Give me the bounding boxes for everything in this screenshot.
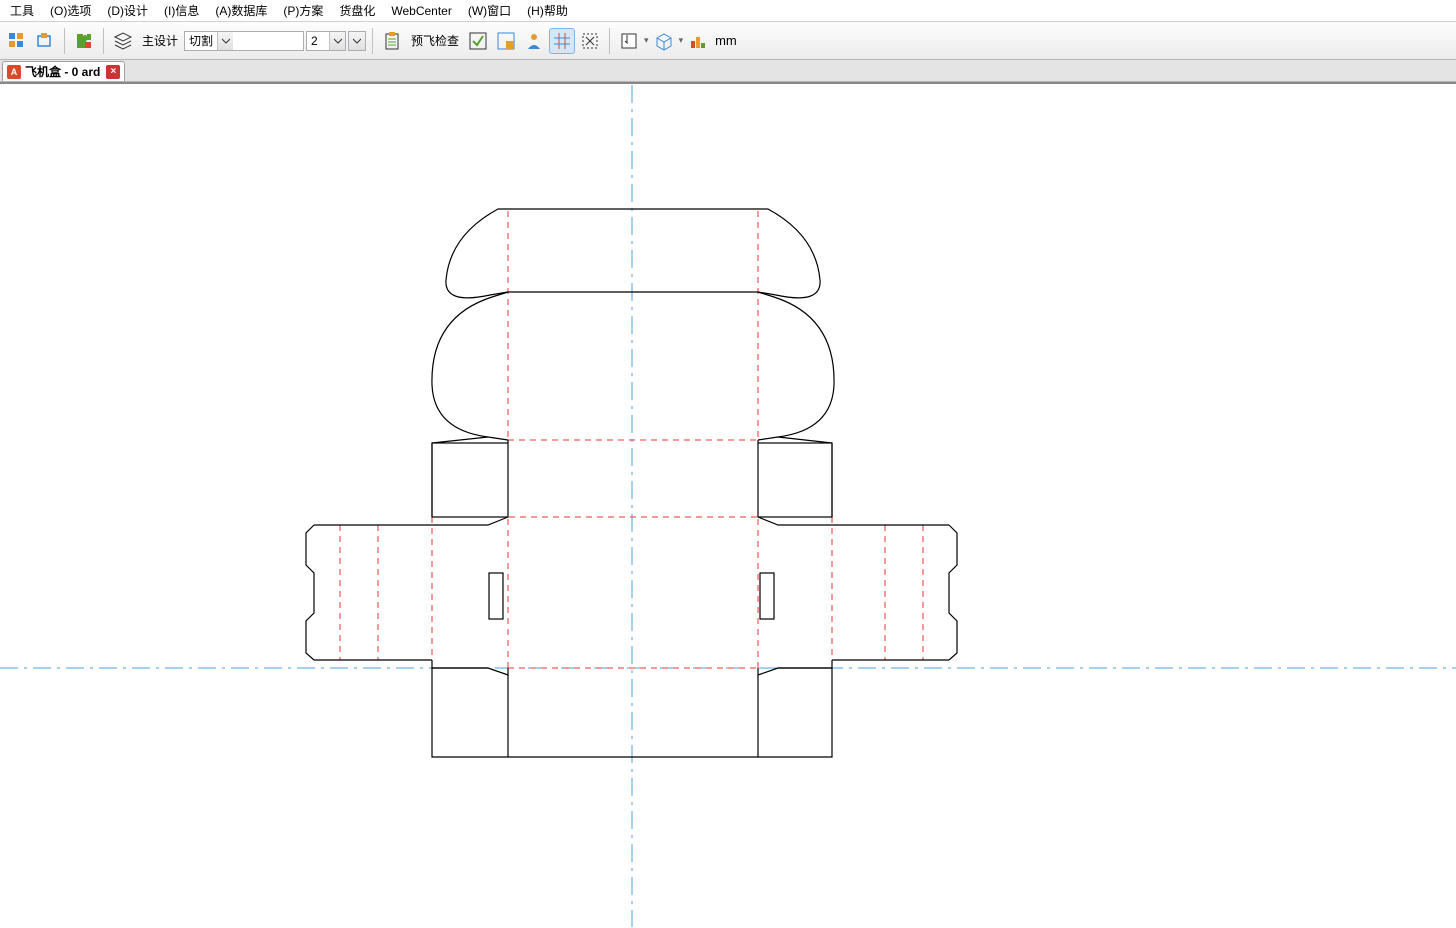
preflight-label: 预飞检查 — [407, 32, 463, 49]
toolbar-separator — [64, 28, 65, 54]
tool-puzzle-icon[interactable] — [71, 28, 97, 54]
document-tab[interactable]: A 飞机盒 - 0 ard × — [2, 61, 125, 81]
number-input[interactable]: 2 — [306, 31, 346, 51]
toolbar: 主设计 切割 2 预飞检查 ▾ ▾ mm — [0, 22, 1456, 60]
close-tab-button[interactable]: × — [106, 65, 120, 79]
person-icon[interactable] — [521, 28, 547, 54]
design-canvas[interactable] — [0, 82, 1456, 928]
document-icon: A — [7, 65, 21, 79]
menu-options[interactable]: (O)选项 — [42, 0, 99, 21]
chevron-down-icon — [349, 32, 365, 50]
number-value: 2 — [311, 34, 318, 48]
dropdown-indicator: ▾ — [679, 35, 684, 46]
clipboard-icon[interactable] — [379, 28, 405, 54]
tab-title: 飞机盒 - 0 ard — [25, 63, 100, 80]
check-icon-2[interactable] — [493, 28, 519, 54]
chevron-down-icon — [217, 32, 233, 50]
note-icon[interactable] — [616, 28, 642, 54]
main-design-label: 主设计 — [138, 32, 182, 49]
check-icon-1[interactable] — [465, 28, 491, 54]
menu-info[interactable]: (I)信息 — [156, 0, 207, 21]
tool-icon-2[interactable] — [32, 28, 58, 54]
menu-design[interactable]: (D)设计 — [99, 0, 156, 21]
menu-help[interactable]: (H)帮助 — [519, 0, 576, 21]
layer-select[interactable]: 切割 — [184, 31, 304, 51]
chevron-down-icon — [329, 32, 345, 50]
menu-tools[interactable]: 工具 — [2, 0, 42, 21]
tool-layers-icon[interactable] — [110, 28, 136, 54]
menu-bar: 工具 (O)选项 (D)设计 (I)信息 (A)数据库 (P)方案 货盘化 We… — [0, 0, 1456, 22]
menu-palletize[interactable]: 货盘化 — [331, 0, 383, 21]
tool-icon-1[interactable] — [4, 28, 30, 54]
unit-label: mm — [713, 33, 739, 48]
empty-select[interactable] — [348, 31, 366, 51]
menu-database[interactable]: (A)数据库 — [207, 0, 275, 21]
menu-plan[interactable]: (P)方案 — [275, 0, 331, 21]
menu-webcenter[interactable]: WebCenter — [383, 2, 459, 20]
box-icon[interactable] — [651, 28, 677, 54]
toolbar-separator — [103, 28, 104, 54]
layer-select-value: 切割 — [185, 32, 217, 49]
toolbar-separator — [609, 28, 610, 54]
bounds-icon[interactable] — [577, 28, 603, 54]
menu-window[interactable]: (W)窗口 — [460, 0, 519, 21]
dropdown-indicator: ▾ — [644, 35, 649, 46]
grid-icon[interactable] — [549, 28, 575, 54]
toolbar-separator — [372, 28, 373, 54]
dieline-drawing — [0, 84, 1456, 928]
bar-chart-icon[interactable] — [685, 28, 711, 54]
tab-bar: A 飞机盒 - 0 ard × — [0, 60, 1456, 82]
